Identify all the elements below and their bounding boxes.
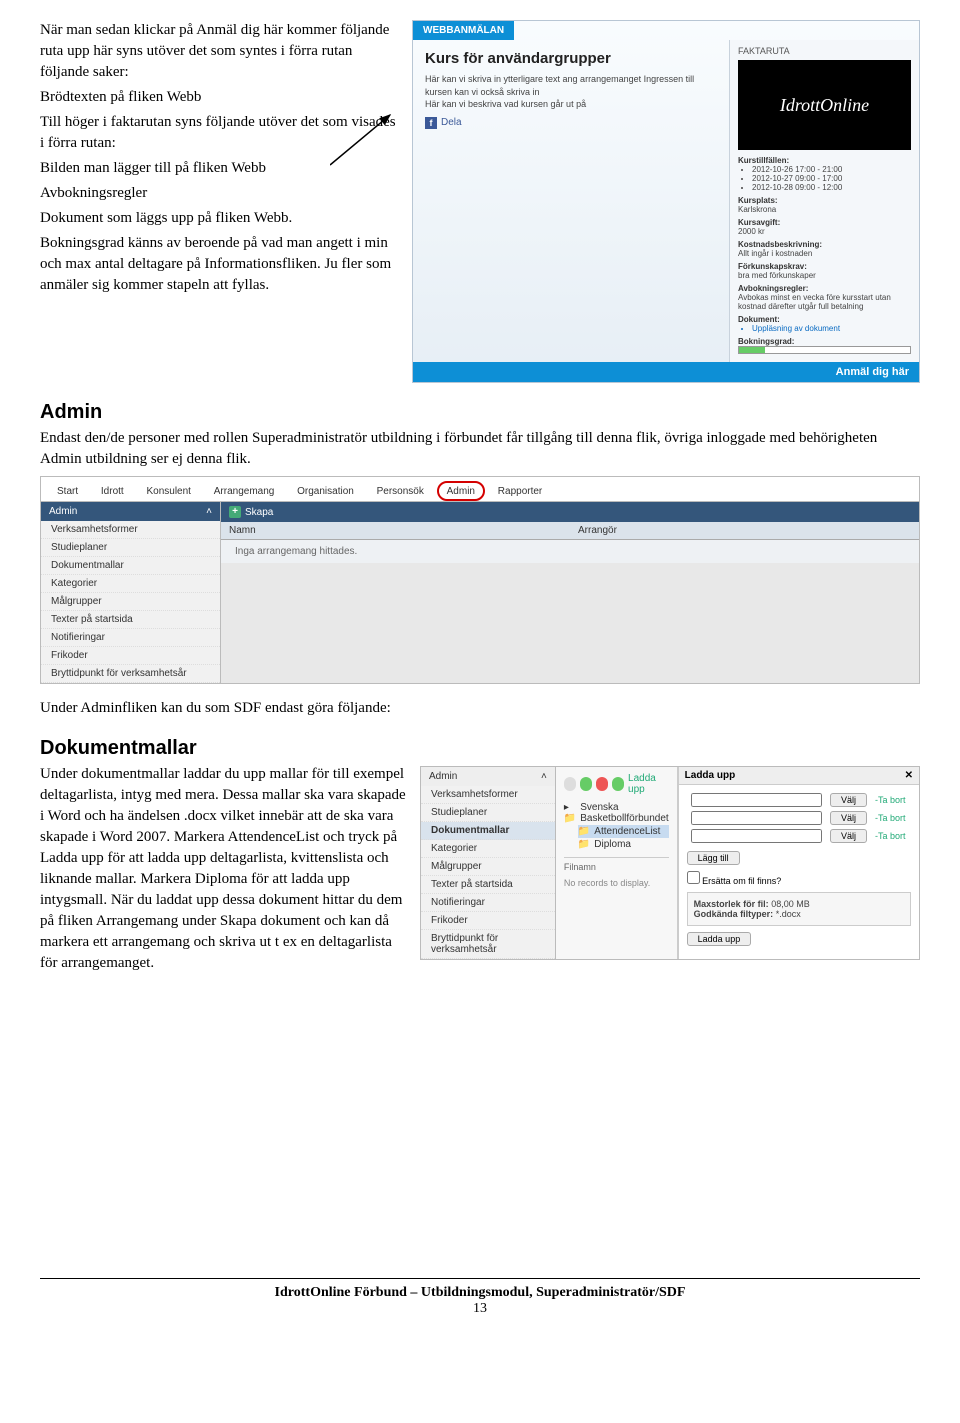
plus-icon: + <box>229 506 241 518</box>
tab-idrott[interactable]: Idrott <box>91 482 134 500</box>
sidebar-item[interactable]: Studieplaner <box>421 804 555 822</box>
signup-button[interactable]: Anmäl dig här <box>413 362 919 382</box>
share-button[interactable]: f Dela <box>425 117 462 129</box>
admin-heading: Admin <box>40 401 920 424</box>
dokmall-sidebar: Admin˄ Verksamhetsformer Studieplaner Do… <box>421 767 556 959</box>
empty-message: Inga arrangemang hittades. <box>221 540 919 563</box>
sidebar-item[interactable]: Bryttidpunkt för verksamhetsår <box>421 930 555 959</box>
tab-start[interactable]: Start <box>47 482 88 500</box>
tab-organisation[interactable]: Organisation <box>287 482 364 500</box>
idrottonline-logo: IdrottOnline <box>738 60 911 150</box>
sidebar-item[interactable]: Bryttidpunkt för verksamhetsår <box>41 665 220 683</box>
replace-checkbox[interactable] <box>687 871 700 884</box>
new-icon[interactable] <box>580 777 592 791</box>
remove-link[interactable]: -Ta bort <box>871 827 911 845</box>
sidebar-item[interactable]: Kategorier <box>41 575 220 593</box>
document-link[interactable]: Uppläsning av dokument <box>752 324 911 333</box>
upload-button[interactable]: Ladda upp <box>687 932 752 946</box>
file-input[interactable] <box>691 811 822 825</box>
intro-text: När man sedan klickar på Anmäl dig här k… <box>40 20 400 383</box>
faktaruta: FAKTARUTA IdrottOnline Kurstillfällen: 2… <box>729 40 919 362</box>
sidebar-item[interactable]: Texter på startsida <box>421 876 555 894</box>
chevron-up-icon: ˄ <box>206 506 212 517</box>
upload-panel: Ladda upp ✕ Välj -Ta bort Välj -Ta bort V… <box>678 767 919 959</box>
sidebar-item[interactable]: Målgrupper <box>41 593 220 611</box>
col-name: Namn <box>221 522 570 539</box>
add-button[interactable]: Lägg till <box>687 851 740 865</box>
sidebar-item[interactable]: Verksamhetsformer <box>421 786 555 804</box>
no-records: No records to display. <box>564 872 669 894</box>
close-icon[interactable]: ✕ <box>905 770 913 781</box>
page-number: 13 <box>40 1301 920 1317</box>
sidebar-item[interactable]: Dokumentmallar <box>41 557 220 575</box>
choose-button[interactable]: Välj <box>830 793 867 807</box>
tree-root[interactable]: ▸ 📁 Svenska Basketbollförbundet <box>564 801 669 825</box>
tab-konsulent[interactable]: Konsulent <box>136 482 200 500</box>
remove-link[interactable]: -Ta bort <box>871 791 911 809</box>
sidebar-item[interactable]: Texter på startsida <box>41 611 220 629</box>
page-footer: IdrottOnline Förbund – Utbildningsmodul,… <box>40 1278 920 1317</box>
webbanmalan-tab: WEBBANMÄLAN <box>413 21 514 40</box>
file-input[interactable] <box>691 793 822 807</box>
dokumentmallar-panel: Admin˄ Verksamhetsformer Studieplaner Do… <box>420 766 920 960</box>
file-input[interactable] <box>691 829 822 843</box>
nav-tabs: Start Idrott Konsulent Arrangemang Organ… <box>41 477 919 502</box>
admin-panel: Start Idrott Konsulent Arrangemang Organ… <box>40 476 920 684</box>
webbanmalan-box: WEBBANMÄLAN Kurs för användargrupper Här… <box>412 20 920 383</box>
col-arrangor: Arrangör <box>570 522 919 539</box>
tree-attendencelist[interactable]: 📁 AttendenceList <box>578 825 669 838</box>
sidebar-item[interactable]: Notifieringar <box>421 894 555 912</box>
dokumentmallar-heading: Dokumentmallar <box>40 737 920 760</box>
upload-icon[interactable] <box>612 777 624 791</box>
admin-sidebar: Admin˄ Verksamhetsformer Studieplaner Do… <box>41 502 221 683</box>
sidebar-item-dokumentmallar[interactable]: Dokumentmallar <box>421 822 555 840</box>
tab-personsok[interactable]: Personsök <box>367 482 434 500</box>
refresh-icon[interactable] <box>564 777 576 791</box>
upload-link[interactable]: Ladda upp <box>628 773 669 795</box>
sidebar-item[interactable]: Frikoder <box>421 912 555 930</box>
facebook-icon: f <box>425 117 437 129</box>
remove-link[interactable]: -Ta bort <box>871 809 911 827</box>
delete-icon[interactable] <box>596 777 608 791</box>
sidebar-item[interactable]: Verksamhetsformer <box>41 521 220 539</box>
tab-arrangemang[interactable]: Arrangemang <box>204 482 285 500</box>
course-title: Kurs för användargrupper <box>425 50 717 67</box>
create-button[interactable]: + Skapa <box>221 502 919 522</box>
tab-rapporter[interactable]: Rapporter <box>488 482 552 500</box>
tab-admin[interactable]: Admin <box>437 481 485 501</box>
sidebar-item[interactable]: Studieplaner <box>41 539 220 557</box>
sidebar-item[interactable]: Frikoder <box>41 647 220 665</box>
choose-button[interactable]: Välj <box>830 811 867 825</box>
tree-diploma[interactable]: 📁 Diploma <box>578 838 669 851</box>
sidebar-item[interactable]: Notifieringar <box>41 629 220 647</box>
sidebar-item[interactable]: Kategorier <box>421 840 555 858</box>
sidebar-item[interactable]: Målgrupper <box>421 858 555 876</box>
choose-button[interactable]: Välj <box>830 829 867 843</box>
